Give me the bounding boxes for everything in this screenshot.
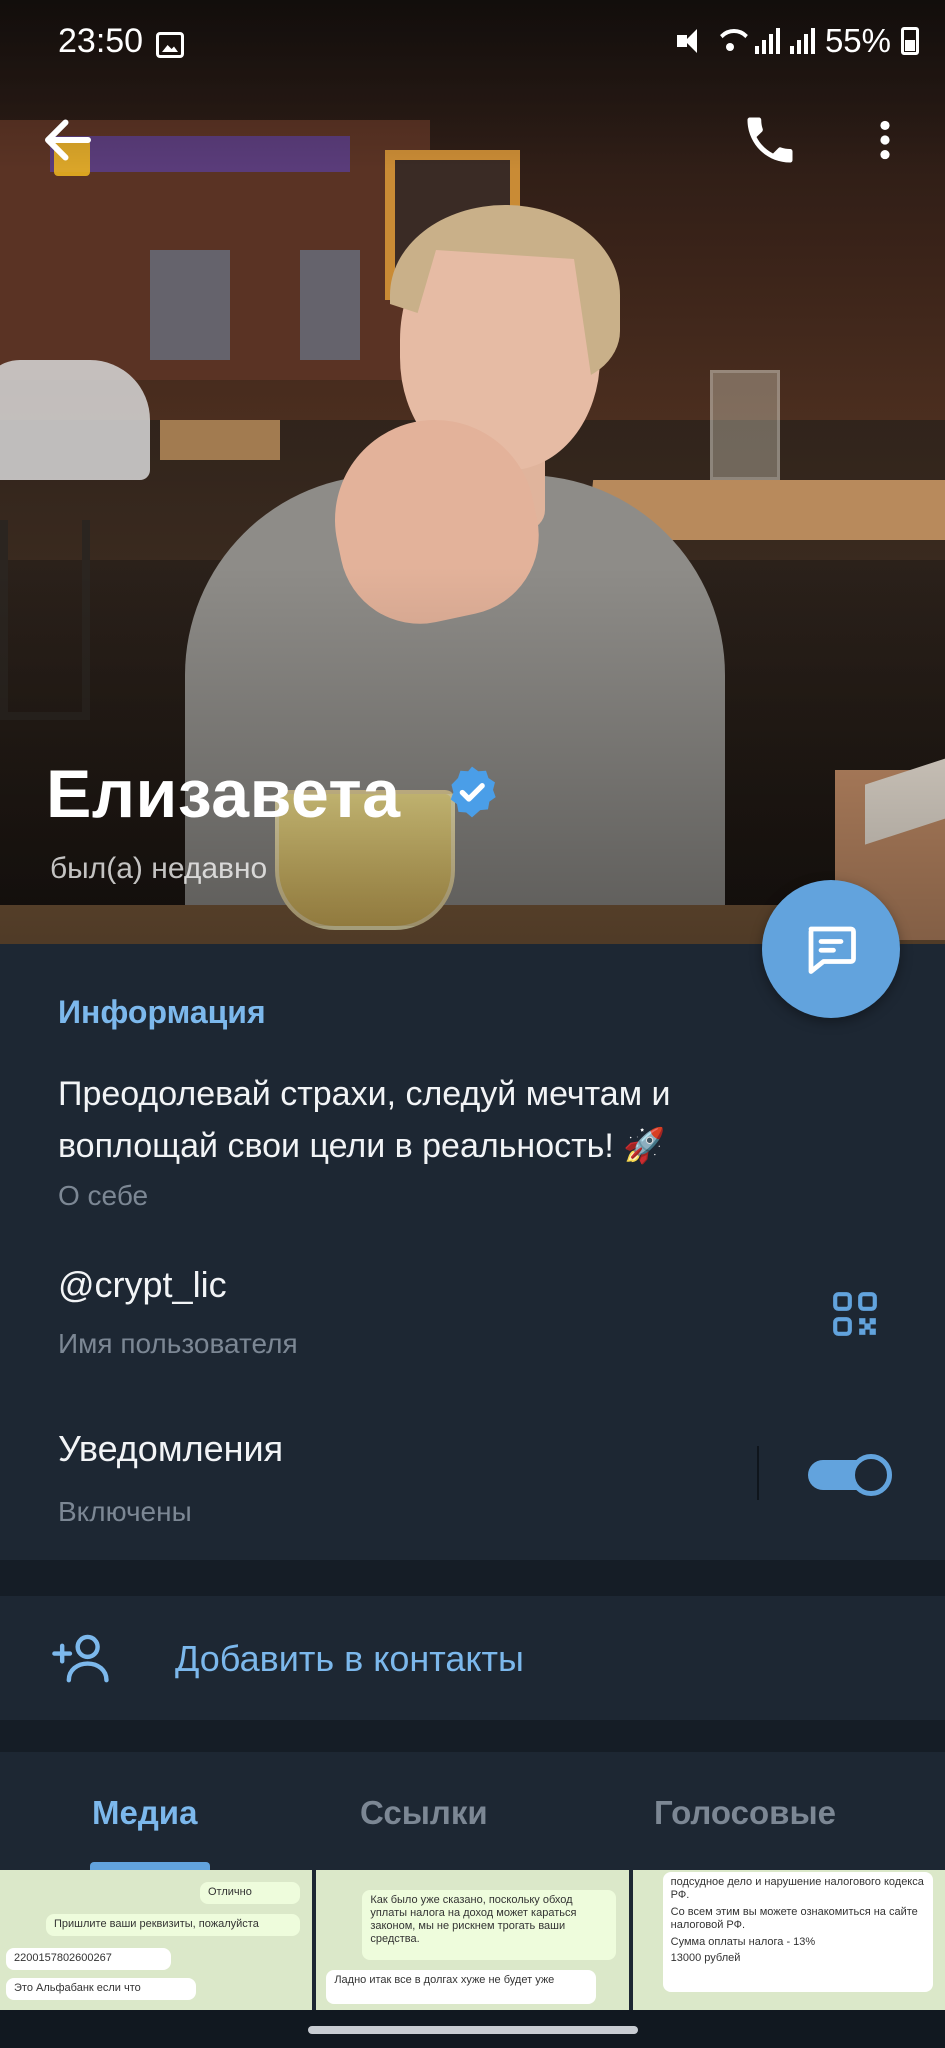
signal-icon xyxy=(754,28,780,54)
wifi-icon xyxy=(715,27,745,55)
info-section-title: Информация xyxy=(58,994,266,1030)
chat-bubble: 2200157802600267 xyxy=(6,1948,171,1970)
section-separator xyxy=(0,1560,945,1596)
more-vertical-icon xyxy=(880,120,890,160)
username-value[interactable]: @crypt_lic xyxy=(58,1264,227,1306)
username-label: Имя пользователя xyxy=(58,1328,298,1359)
battery-icon xyxy=(901,27,919,55)
notifications-state: Включены xyxy=(58,1496,192,1527)
chat-bubble-text: Пришлите ваши реквизиты, пожалуйста xyxy=(54,1918,259,1930)
vertical-divider xyxy=(757,1446,759,1500)
last-seen-status: был(а) недавно xyxy=(50,852,268,885)
mute-icon xyxy=(675,27,705,55)
chat-bubble-text: подсудное дело и нарушение налогового ко… xyxy=(670,1876,924,1901)
status-time: 23:50 xyxy=(58,22,144,60)
qr-code-button[interactable] xyxy=(830,1289,880,1339)
add-contact-row[interactable]: Добавить в контакты xyxy=(0,1596,945,1720)
chat-bubble: Отлично xyxy=(200,1882,300,1904)
phone-icon xyxy=(747,117,793,163)
media-thumbnail[interactable]: Отлично Пришлите ваши реквизиты, пожалуй… xyxy=(0,1870,313,2010)
battery-percent: 55% xyxy=(824,22,891,59)
chat-bubble-text: Отлично xyxy=(208,1886,252,1898)
status-bar: 23:50 55% xyxy=(0,0,945,90)
chat-bubble: Пришлите ваши реквизиты, пожалуйста xyxy=(46,1914,300,1936)
back-button[interactable] xyxy=(38,110,98,170)
add-user-icon xyxy=(52,1634,109,1683)
media-thumbnail[interactable]: Как было уже сказано, поскольку обход уп… xyxy=(316,1870,629,2010)
notifications-toggle[interactable] xyxy=(808,1452,892,1496)
chat-bubble-text: Ладно итак все в долгах хуже не будет уж… xyxy=(334,1974,555,1986)
info-section: Информация Преодолевай страхи, следуй ме… xyxy=(0,944,945,1560)
bio-label: О себе xyxy=(58,1180,149,1211)
message-icon xyxy=(808,926,856,974)
media-grid: Отлично Пришлите ваши реквизиты, пожалуй… xyxy=(0,1870,945,2010)
tab-voice[interactable]: Голосовые xyxy=(654,1794,836,1832)
chat-bubble-text: Как было уже сказано, поскольку обход уп… xyxy=(370,1894,577,1945)
toggle-knob xyxy=(850,1454,892,1496)
chat-bubble: Ладно итак все в долгах хуже не будет уж… xyxy=(326,1970,597,2004)
status-icons: 55% xyxy=(675,22,919,60)
signal-icon xyxy=(789,28,815,54)
shared-media-tabs: Медиа Ссылки Голосовые xyxy=(0,1752,945,1870)
home-indicator[interactable] xyxy=(308,2026,638,2034)
bio-text[interactable]: Преодолевай страхи, следуй мечтам и вопл… xyxy=(58,1068,818,1172)
active-tab-indicator xyxy=(90,1862,210,1870)
media-thumbnail[interactable]: подсудное дело и нарушение налогового ко… xyxy=(632,1870,945,2010)
notifications-title[interactable]: Уведомления xyxy=(58,1428,283,1470)
chat-bubble: Как было уже сказано, поскольку обход уп… xyxy=(362,1890,617,1960)
profile-name: Елизавета xyxy=(46,756,401,832)
chat-bubble-text: 2200157802600267 xyxy=(14,1952,112,1964)
image-icon xyxy=(156,32,184,58)
chat-bubble-text: Сумма оплаты налога - 13% xyxy=(670,1936,816,1948)
add-contact-label: Добавить в контакты xyxy=(175,1638,524,1679)
call-button[interactable] xyxy=(740,110,800,170)
more-options-button[interactable] xyxy=(860,110,910,170)
section-separator xyxy=(0,1720,945,1752)
chat-bubble: Это Альфабанк если что xyxy=(6,1978,196,2000)
chat-bubble-text: Это Альфабанк если что xyxy=(14,1982,141,1994)
chat-bubble-text: 13000 рублей xyxy=(670,1952,741,1964)
qr-code-icon xyxy=(833,1292,877,1336)
tab-media[interactable]: Медиа xyxy=(92,1794,197,1832)
send-message-button[interactable] xyxy=(762,880,900,1018)
tab-links[interactable]: Ссылки xyxy=(360,1794,488,1832)
arrow-left-icon xyxy=(45,119,91,161)
verified-badge-icon[interactable] xyxy=(443,763,501,821)
chat-bubble-text: Со всем этим вы можете ознакомиться на с… xyxy=(670,1906,918,1931)
chat-bubble: подсудное дело и нарушение налогового ко… xyxy=(662,1872,933,1992)
